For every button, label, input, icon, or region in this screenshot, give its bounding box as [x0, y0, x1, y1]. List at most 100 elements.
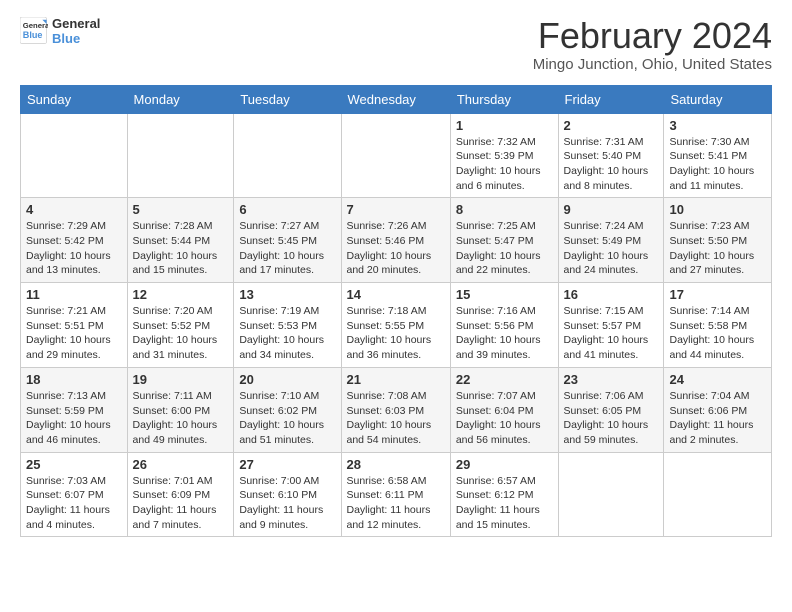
calendar-cell: 26Sunrise: 7:01 AMSunset: 6:09 PMDayligh… [127, 452, 234, 537]
day-number: 3 [669, 118, 766, 133]
logo-line1: General [52, 16, 100, 31]
day-info: Sunrise: 7:14 AMSunset: 5:58 PMDaylight:… [669, 304, 766, 363]
header-friday: Friday [558, 85, 664, 113]
week-row-2: 11 Sunrise: 7:21 AMSunset: 5:51 PMDayligh… [21, 283, 772, 368]
day-info: Sunrise: 7:16 AMSunset: 5:56 PMDaylight:… [456, 304, 553, 363]
svg-text:General: General [23, 21, 48, 30]
day-info: Sunrise: 7:19 AMSunset: 5:53 PMDaylight:… [239, 304, 335, 363]
calendar-cell: 15 Sunrise: 7:16 AMSunset: 5:56 PMDayligh… [450, 283, 558, 368]
day-info: Sunrise: 7:20 AMSunset: 5:52 PMDaylight:… [133, 304, 229, 363]
header-wednesday: Wednesday [341, 85, 450, 113]
day-info: Sunrise: 7:21 AMSunset: 5:51 PMDaylight:… [26, 304, 122, 363]
logo: General Blue General Blue [20, 16, 100, 46]
calendar-cell: 10Sunrise: 7:23 AMSunset: 5:50 PMDayligh… [664, 198, 772, 283]
title-block: February 2024 Mingo Junction, Ohio, Unit… [533, 16, 772, 73]
calendar-cell [664, 452, 772, 537]
calendar-cell [21, 113, 128, 198]
day-info: Sunrise: 7:08 AMSunset: 6:03 PMDaylight:… [347, 389, 445, 448]
calendar-cell: 23 Sunrise: 7:06 AMSunset: 6:05 PMDayligh… [558, 367, 664, 452]
page-header: General Blue General Blue February 2024 … [20, 16, 772, 73]
day-number: 22 [456, 372, 553, 387]
day-info: Sunrise: 7:24 AMSunset: 5:49 PMDaylight:… [564, 219, 659, 278]
calendar-cell: 7 Sunrise: 7:26 AMSunset: 5:46 PMDaylight… [341, 198, 450, 283]
day-number: 17 [669, 287, 766, 302]
calendar-cell: 24 Sunrise: 7:04 AMSunset: 6:06 PMDayligh… [664, 367, 772, 452]
day-number: 1 [456, 118, 553, 133]
calendar-cell: 8 Sunrise: 7:25 AMSunset: 5:47 PMDaylight… [450, 198, 558, 283]
calendar-cell: 20 Sunrise: 7:10 AMSunset: 6:02 PMDayligh… [234, 367, 341, 452]
header-thursday: Thursday [450, 85, 558, 113]
day-number: 5 [133, 202, 229, 217]
day-info: Sunrise: 6:57 AMSunset: 6:12 PMDaylight:… [456, 474, 553, 533]
day-number: 23 [564, 372, 659, 387]
day-number: 8 [456, 202, 553, 217]
calendar-cell: 3 Sunrise: 7:30 AMSunset: 5:41 PMDaylight… [664, 113, 772, 198]
calendar-cell: 28 Sunrise: 6:58 AMSunset: 6:11 PMDayligh… [341, 452, 450, 537]
svg-text:Blue: Blue [23, 30, 43, 40]
day-number: 13 [239, 287, 335, 302]
day-info: Sunrise: 6:58 AMSunset: 6:11 PMDaylight:… [347, 474, 445, 533]
day-info: Sunrise: 7:26 AMSunset: 5:46 PMDaylight:… [347, 219, 445, 278]
day-info: Sunrise: 7:00 AMSunset: 6:10 PMDaylight:… [239, 474, 335, 533]
day-number: 10 [669, 202, 766, 217]
calendar-cell: 9Sunrise: 7:24 AMSunset: 5:49 PMDaylight… [558, 198, 664, 283]
calendar-cell: 17 Sunrise: 7:14 AMSunset: 5:58 PMDayligh… [664, 283, 772, 368]
day-number: 20 [239, 372, 335, 387]
day-number: 15 [456, 287, 553, 302]
day-number: 26 [133, 457, 229, 472]
logo-icon: General Blue [20, 17, 48, 45]
header-sunday: Sunday [21, 85, 128, 113]
day-number: 11 [26, 287, 122, 302]
week-row-1: 4 Sunrise: 7:29 AMSunset: 5:42 PMDaylight… [21, 198, 772, 283]
day-info: Sunrise: 7:15 AMSunset: 5:57 PMDaylight:… [564, 304, 659, 363]
calendar-subtitle: Mingo Junction, Ohio, United States [533, 56, 772, 73]
day-number: 4 [26, 202, 122, 217]
day-info: Sunrise: 7:31 AMSunset: 5:40 PMDaylight:… [564, 135, 659, 194]
calendar-cell: 14Sunrise: 7:18 AMSunset: 5:55 PMDayligh… [341, 283, 450, 368]
week-row-0: 1 Sunrise: 7:32 AMSunset: 5:39 PMDaylight… [21, 113, 772, 198]
calendar-cell [341, 113, 450, 198]
calendar-cell [127, 113, 234, 198]
day-info: Sunrise: 7:11 AMSunset: 6:00 PMDaylight:… [133, 389, 229, 448]
logo-line2: Blue [52, 31, 100, 46]
day-number: 2 [564, 118, 659, 133]
calendar-cell: 29Sunrise: 6:57 AMSunset: 6:12 PMDayligh… [450, 452, 558, 537]
day-number: 12 [133, 287, 229, 302]
calendar-cell: 6Sunrise: 7:27 AMSunset: 5:45 PMDaylight… [234, 198, 341, 283]
day-info: Sunrise: 7:25 AMSunset: 5:47 PMDaylight:… [456, 219, 553, 278]
day-info: Sunrise: 7:30 AMSunset: 5:41 PMDaylight:… [669, 135, 766, 194]
calendar-cell: 12 Sunrise: 7:20 AMSunset: 5:52 PMDayligh… [127, 283, 234, 368]
day-number: 7 [347, 202, 445, 217]
day-number: 24 [669, 372, 766, 387]
day-number: 25 [26, 457, 122, 472]
day-number: 14 [347, 287, 445, 302]
calendar-table: SundayMondayTuesdayWednesdayThursdayFrid… [20, 85, 772, 538]
week-row-3: 18 Sunrise: 7:13 AMSunset: 5:59 PMDayligh… [21, 367, 772, 452]
calendar-cell: 19Sunrise: 7:11 AMSunset: 6:00 PMDayligh… [127, 367, 234, 452]
day-number: 18 [26, 372, 122, 387]
day-info: Sunrise: 7:07 AMSunset: 6:04 PMDaylight:… [456, 389, 553, 448]
calendar-cell [234, 113, 341, 198]
calendar-header-row: SundayMondayTuesdayWednesdayThursdayFrid… [21, 85, 772, 113]
calendar-cell: 13 Sunrise: 7:19 AMSunset: 5:53 PMDayligh… [234, 283, 341, 368]
day-info: Sunrise: 7:27 AMSunset: 5:45 PMDaylight:… [239, 219, 335, 278]
header-saturday: Saturday [664, 85, 772, 113]
calendar-cell: 27 Sunrise: 7:00 AMSunset: 6:10 PMDayligh… [234, 452, 341, 537]
calendar-cell: 2 Sunrise: 7:31 AMSunset: 5:40 PMDaylight… [558, 113, 664, 198]
calendar-title: February 2024 [533, 16, 772, 56]
day-info: Sunrise: 7:06 AMSunset: 6:05 PMDaylight:… [564, 389, 659, 448]
day-info: Sunrise: 7:29 AMSunset: 5:42 PMDaylight:… [26, 219, 122, 278]
calendar-cell: 1 Sunrise: 7:32 AMSunset: 5:39 PMDaylight… [450, 113, 558, 198]
day-info: Sunrise: 7:04 AMSunset: 6:06 PMDaylight:… [669, 389, 766, 448]
day-info: Sunrise: 7:10 AMSunset: 6:02 PMDaylight:… [239, 389, 335, 448]
calendar-cell: 21Sunrise: 7:08 AMSunset: 6:03 PMDayligh… [341, 367, 450, 452]
calendar-body: 1 Sunrise: 7:32 AMSunset: 5:39 PMDaylight… [21, 113, 772, 537]
calendar-cell: 5Sunrise: 7:28 AMSunset: 5:44 PMDaylight… [127, 198, 234, 283]
calendar-cell: 22 Sunrise: 7:07 AMSunset: 6:04 PMDayligh… [450, 367, 558, 452]
day-info: Sunrise: 7:32 AMSunset: 5:39 PMDaylight:… [456, 135, 553, 194]
day-info: Sunrise: 7:13 AMSunset: 5:59 PMDaylight:… [26, 389, 122, 448]
calendar-cell: 25Sunrise: 7:03 AMSunset: 6:07 PMDayligh… [21, 452, 128, 537]
day-number: 28 [347, 457, 445, 472]
day-number: 27 [239, 457, 335, 472]
day-number: 16 [564, 287, 659, 302]
